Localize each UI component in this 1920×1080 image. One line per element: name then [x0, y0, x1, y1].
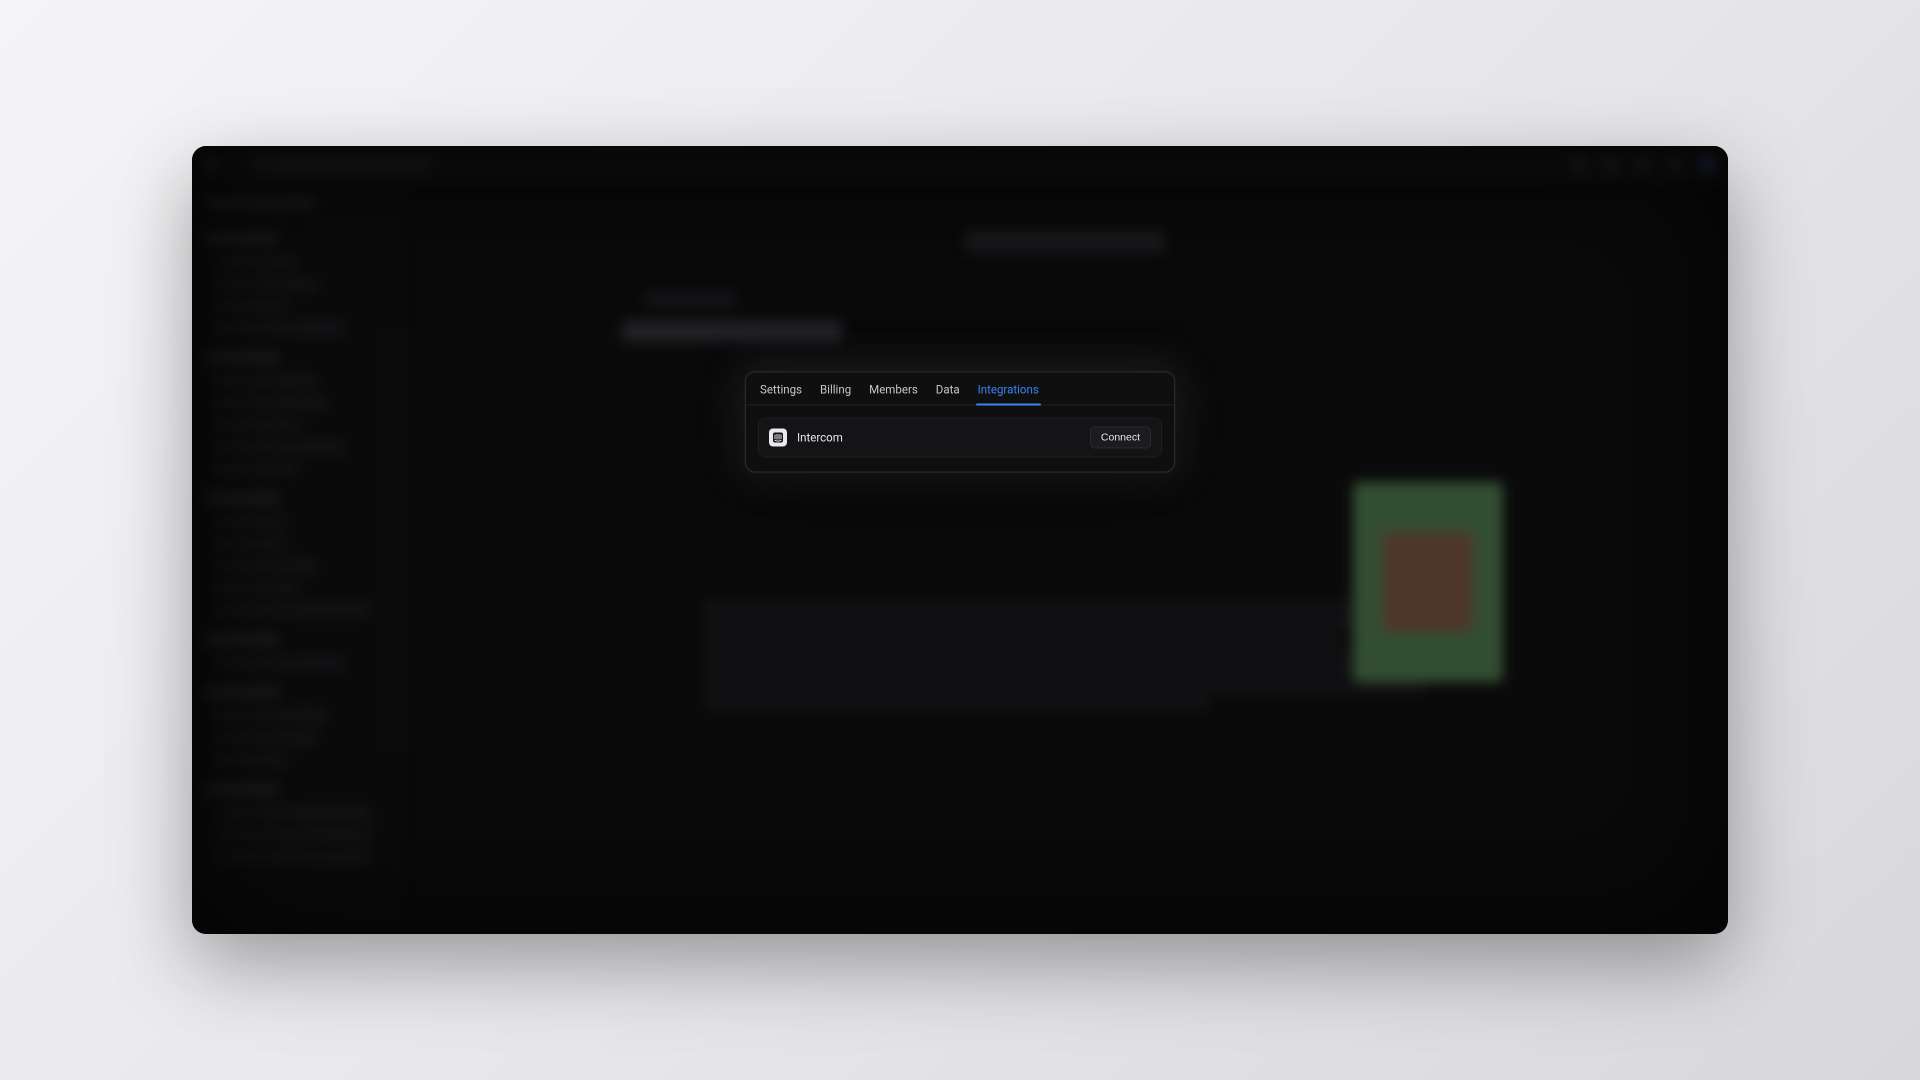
integration-row-intercom: Intercom Connect — [758, 417, 1162, 457]
connect-button[interactable]: Connect — [1090, 426, 1151, 448]
tab-integrations[interactable]: Integrations — [978, 382, 1039, 404]
body-text — [704, 602, 1427, 708]
main-content: Creator Journey Novel User Guide — [402, 182, 1728, 934]
toolbar-icons — [1572, 157, 1714, 171]
tab-settings[interactable]: Settings — [760, 382, 802, 404]
page-title: Creator Journey — [965, 230, 1165, 252]
address-bar[interactable] — [250, 155, 430, 173]
section-label — [645, 292, 735, 306]
tab-members[interactable]: Members — [869, 382, 918, 404]
card-title: Novel User Guide — [622, 320, 842, 342]
tab-data[interactable]: Data — [936, 382, 960, 404]
tab-billing[interactable]: Billing — [820, 382, 851, 404]
sidebar — [192, 182, 402, 934]
app-window: Creator Journey Novel User Guide Setting… — [192, 146, 1728, 934]
window-titlebar — [192, 146, 1728, 182]
integration-name: Intercom — [797, 430, 843, 444]
modal-tabs: Settings Billing Members Data Integratio… — [746, 372, 1174, 405]
blurred-backdrop: Creator Journey Novel User Guide — [192, 146, 1728, 934]
intercom-icon — [769, 428, 787, 446]
content-thumbnail — [1353, 482, 1503, 682]
settings-modal: Settings Billing Members Data Integratio… — [745, 371, 1175, 472]
